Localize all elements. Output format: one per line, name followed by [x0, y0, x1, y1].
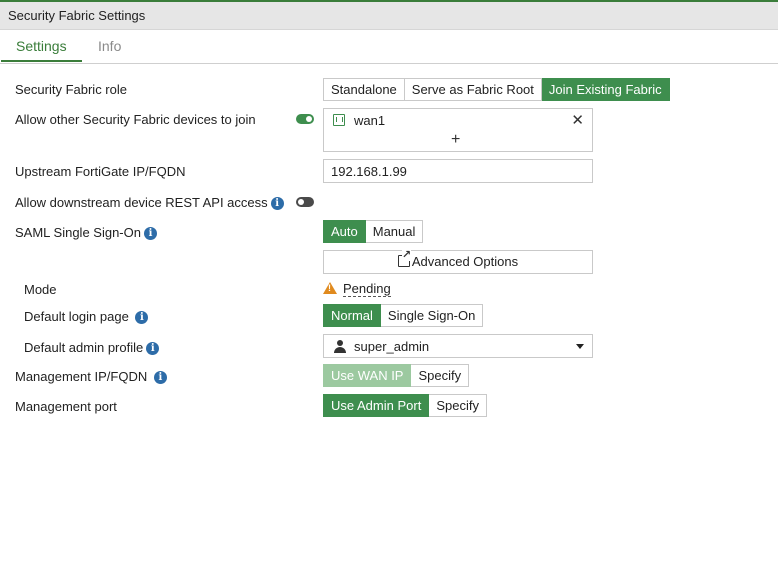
mgmt-port-specify[interactable]: Specify	[429, 394, 487, 417]
mode-label: Mode	[24, 282, 57, 297]
advanced-options-button[interactable]: Advanced Options	[323, 250, 593, 274]
external-link-icon	[397, 250, 412, 267]
mgmt-port-admin[interactable]: Use Admin Port	[323, 394, 430, 417]
rest-api-label: Allow downstream device REST API access i	[15, 195, 284, 210]
add-interface-icon[interactable]: +	[451, 131, 460, 149]
mgmt-port-label: Management port	[15, 399, 117, 414]
login-page-sso[interactable]: Single Sign-On	[380, 304, 484, 327]
fabric-role-standalone[interactable]: Standalone	[323, 78, 405, 101]
info-icon[interactable]: i	[143, 227, 157, 240]
saml-auto-option[interactable]: Auto	[323, 220, 366, 243]
admin-profile-value: super_admin	[354, 339, 430, 354]
saml-label: SAML Single Sign-On i	[15, 225, 157, 240]
fabric-role-join[interactable]: Join Existing Fabric	[541, 78, 670, 101]
upstream-ip-input[interactable]	[323, 159, 593, 183]
tab-settings[interactable]: Settings	[1, 38, 82, 62]
fabric-role-root[interactable]: Serve as Fabric Root	[404, 78, 542, 101]
allow-join-label: Allow other Security Fabric devices to j…	[15, 112, 256, 127]
advanced-options-label: Advanced Options	[411, 254, 519, 269]
tab-info[interactable]: Info	[98, 38, 121, 54]
allow-join-toggle[interactable]	[296, 114, 314, 124]
tab-bar: Settings Info	[0, 30, 778, 64]
mgmt-ip-use-wan[interactable]: Use WAN IP	[323, 364, 412, 387]
interface-list: wan1 ✕ +	[323, 108, 593, 152]
admin-profile-label-text: Default admin profile	[24, 340, 144, 355]
mode-value[interactable]: Pending	[343, 281, 391, 297]
info-icon[interactable]: i	[270, 197, 284, 210]
mgmt-ip-selector: Use WAN IP Specify	[323, 364, 470, 387]
info-icon[interactable]: i	[135, 311, 149, 324]
port-icon	[333, 114, 345, 126]
admin-profile-label: Default admin profile i	[24, 340, 160, 355]
warning-icon	[323, 282, 337, 294]
saml-manual-option[interactable]: Manual	[365, 220, 424, 243]
saml-mode-selector: Auto Manual	[323, 220, 424, 243]
login-page-selector: Normal Single Sign-On	[323, 304, 484, 327]
mgmt-port-selector: Use Admin Port Specify	[323, 394, 487, 417]
window-titlebar: Security Fabric Settings	[0, 0, 778, 30]
info-icon[interactable]: i	[153, 371, 167, 384]
saml-label-text: SAML Single Sign-On	[15, 225, 141, 240]
fabric-role-label: Security Fabric role	[15, 82, 127, 97]
user-icon	[334, 340, 346, 353]
login-page-label-text: Default login page	[24, 309, 129, 324]
mgmt-ip-label-text: Management IP/FQDN	[15, 369, 148, 384]
rest-api-toggle[interactable]	[296, 197, 314, 207]
window-title: Security Fabric Settings	[8, 8, 146, 23]
interface-item-wan1: wan1	[354, 113, 386, 128]
mode-status: Pending	[323, 281, 391, 297]
fabric-role-selector: Standalone Serve as Fabric Root Join Exi…	[323, 78, 670, 101]
mgmt-ip-label: Management IP/FQDN i	[15, 369, 167, 384]
info-icon[interactable]: i	[146, 342, 160, 355]
admin-profile-select[interactable]: super_admin	[323, 334, 593, 358]
upstream-label: Upstream FortiGate IP/FQDN	[15, 164, 186, 179]
rest-api-label-text: Allow downstream device REST API access	[15, 195, 268, 210]
mgmt-ip-specify[interactable]: Specify	[411, 364, 470, 387]
login-page-label: Default login page i	[24, 309, 149, 324]
remove-interface-icon[interactable]: ✕	[571, 111, 584, 129]
login-page-normal[interactable]: Normal	[323, 304, 381, 327]
chevron-down-icon	[576, 344, 584, 349]
